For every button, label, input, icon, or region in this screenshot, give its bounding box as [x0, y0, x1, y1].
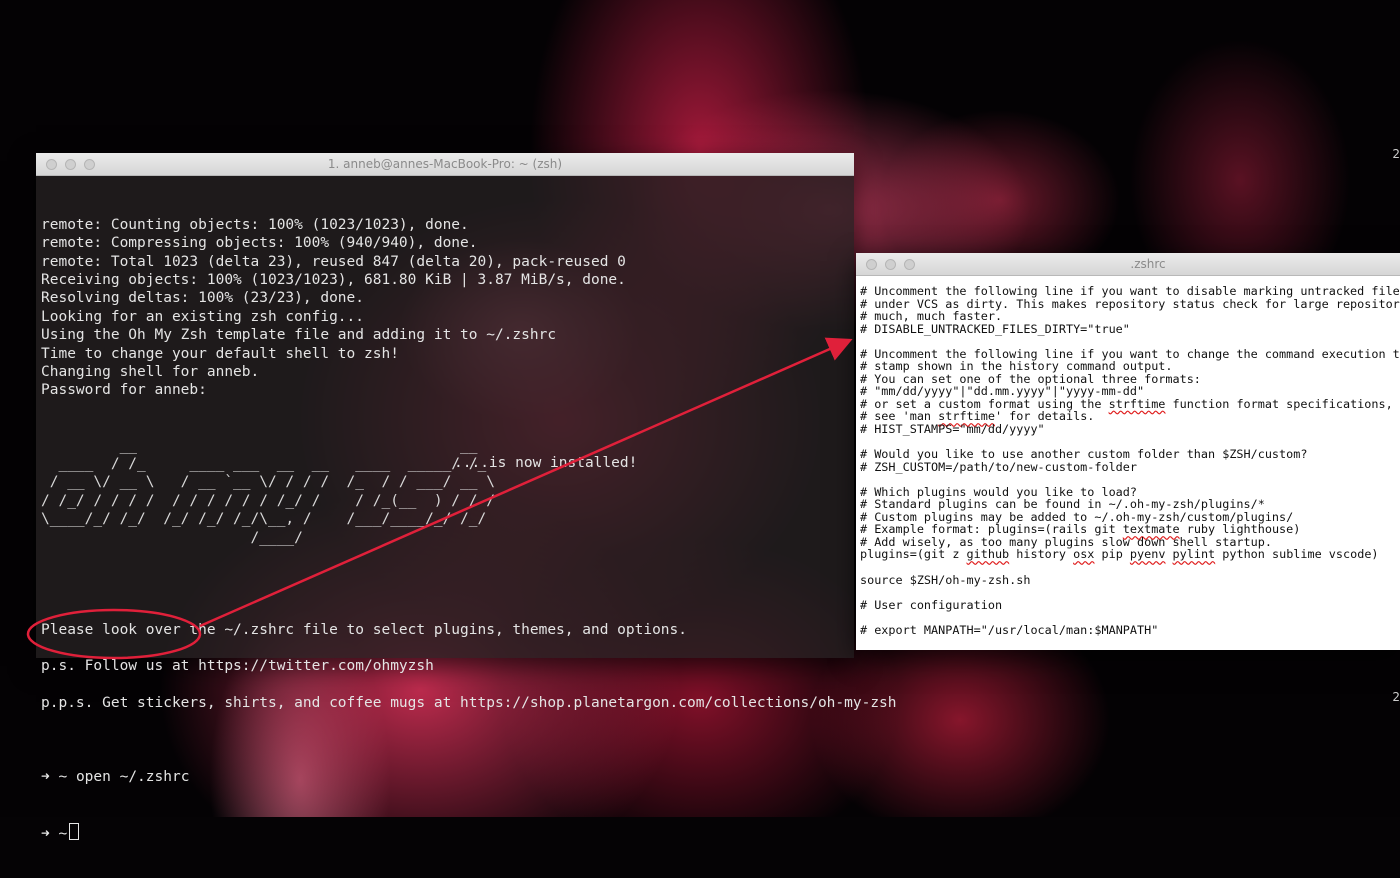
prompt-arrow-icon: ➜: [41, 768, 50, 785]
editor-line: # Would you like to use another custom f…: [860, 447, 1308, 462]
editor-titlebar[interactable]: .zshrc: [856, 253, 1400, 276]
misspelled-word: MANPATH: [923, 622, 974, 637]
terminal-output-line: Password for anneb:: [41, 382, 207, 399]
terminal-message-line: p.p.s. Get stickers, shirts, and coffee …: [41, 695, 897, 712]
editor-line: # DISABLE_UNTRACKED_FILES_DIRTY="true": [860, 321, 1130, 336]
desktop-edge-digit: 2: [1392, 690, 1400, 704]
text-cursor[interactable]: [69, 822, 80, 840]
terminal-output-line: remote: Counting objects: 100% (1023/102…: [41, 216, 469, 233]
prompt-directory: ~: [58, 825, 68, 842]
editor-line: # HIST_STAMPS="mm/dd/yyyy": [860, 422, 1045, 437]
installed-message: ....is now installed!: [454, 455, 638, 471]
terminal-message-line: [41, 713, 854, 731]
terminal-titlebar[interactable]: 1. anneb@annes-MacBook-Pro: ~ (zsh): [36, 153, 854, 176]
misspelled-word: osx: [1073, 547, 1095, 562]
prompt-line: ➜ ~ open ~/.zshrc: [41, 768, 854, 786]
editor-line: source $ZSH/oh-my-zsh.sh: [860, 572, 1031, 587]
prompt-arrow-icon: ➜: [41, 825, 50, 842]
misspelled-word: github: [966, 547, 1010, 562]
editor-line: # Standard plugins can be found in ~/.oh…: [860, 497, 1265, 512]
editor-line: # stamp shown in the history command out…: [860, 359, 1173, 374]
terminal-message-line: [41, 602, 854, 620]
editor-line: plugins=(git z github history osx pip py…: [860, 547, 1379, 562]
editor-title: .zshrc: [1130, 257, 1166, 271]
terminal-output-line: Changing shell for anneb.: [41, 363, 260, 380]
editor-line: # User configuration: [860, 597, 1003, 612]
misspelled-word: strftime: [1108, 396, 1166, 411]
terminal-title: 1. anneb@annes-MacBook-Pro: ~ (zsh): [327, 157, 563, 171]
editor-line: # export MANPATH="/usr/local/man:$MANPAT…: [860, 622, 1159, 637]
terminal-output[interactable]: remote: Counting objects: 100% (1023/102…: [36, 176, 897, 878]
editor-line: # ZSH_CUSTOM=/path/to/new-custom-folder: [860, 459, 1137, 474]
desktop-edge-digit: 2: [1392, 147, 1400, 161]
terminal-window[interactable]: 1. anneb@annes-MacBook-Pro: ~ (zsh) remo…: [36, 153, 897, 842]
misspelled-word: MANPATH: [1101, 622, 1152, 637]
misspelled-word: pylint: [1172, 547, 1216, 562]
terminal-output-line: Resolving deltas: 100% (23/23), done.: [41, 290, 365, 307]
oh-my-zsh-ascii-logo: __ __ ____ / /_ ____ ___ __ __ ____ ____…: [41, 437, 495, 546]
editor-window[interactable]: .zshrc # Uncomment the following line if…: [856, 253, 1400, 650]
terminal-message-line: Please look over the ~/.zshrc file to se…: [41, 621, 688, 638]
terminal-message-line: [41, 639, 854, 657]
terminal-output-line: Time to change your default shell to zsh…: [41, 345, 399, 362]
editor-line: # Uncomment the following line if you wa…: [860, 284, 1400, 298]
active-prompt-line[interactable]: ➜ ~: [41, 822, 854, 842]
terminal-output-line: Using the Oh My Zsh template file and ad…: [41, 327, 557, 344]
editor-line: # much, much faster.: [860, 309, 1003, 324]
terminal-output-line: Receiving objects: 100% (1023/1023), 681…: [41, 271, 626, 288]
prompt-directory: ~: [58, 768, 68, 785]
terminal-message-line: [41, 676, 854, 694]
terminal-output-line: Looking for an existing zsh config...: [41, 308, 365, 325]
terminal-output-line: remote: Total 1023 (delta 23), reused 84…: [41, 253, 626, 270]
editor-text-area[interactable]: # Uncomment the following line if you wa…: [856, 276, 1400, 636]
terminal-message-line: [41, 584, 854, 602]
minimize-window-button[interactable]: [885, 258, 896, 270]
command-text: open ~/.zshrc: [75, 768, 190, 785]
terminal-message-line: p.s. Follow us at https://twitter.com/oh…: [41, 658, 434, 675]
close-window-button[interactable]: [866, 258, 877, 270]
misspelled-word: pyenv: [1129, 547, 1166, 562]
terminal-output-line: remote: Compressing objects: 100% (940/9…: [41, 235, 478, 252]
